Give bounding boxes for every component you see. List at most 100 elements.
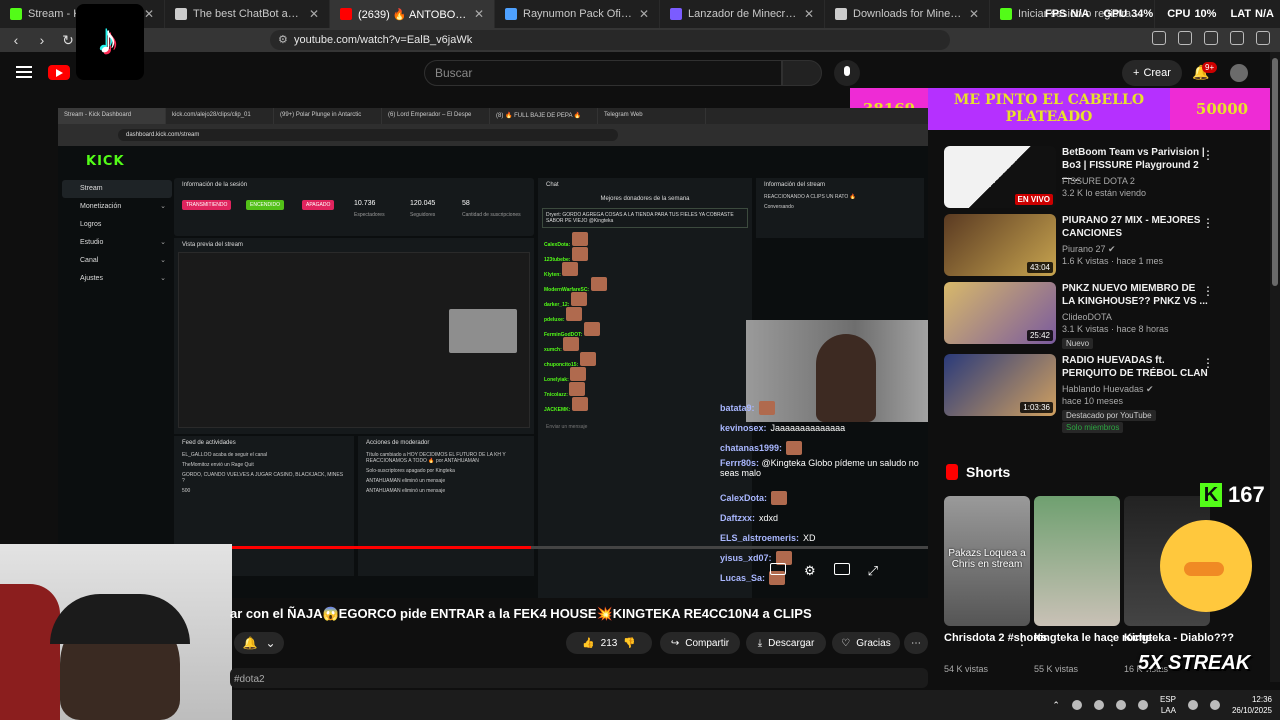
webcam-thumbnail	[449, 309, 517, 353]
video-thumbnail[interactable]: 1:03:36	[944, 354, 1056, 416]
kick-nav-item: Monetización ⌄	[80, 203, 166, 210]
close-tab-icon[interactable]: ✕	[144, 7, 154, 21]
subtitles-icon[interactable]	[770, 563, 786, 575]
globe-favicon-icon	[175, 8, 187, 20]
site-favicon-icon	[1000, 8, 1012, 20]
theater-mode-icon[interactable]	[833, 563, 850, 575]
windows-taskbar: ⌃ ESP LAA 12:36 26/10/2025	[232, 690, 1280, 720]
more-dots-icon: ⋯	[911, 637, 921, 649]
more-options-icon[interactable]: ⋮	[1202, 284, 1214, 298]
progress-fill	[232, 546, 532, 549]
forward-icon[interactable]: ›	[32, 32, 52, 48]
more-actions-button[interactable]: ⋯	[904, 632, 928, 654]
mic-tray-icon[interactable]	[1137, 700, 1148, 710]
page-scrollbar[interactable]	[1270, 52, 1280, 682]
browser-tab-chatbot[interactable]: The best ChatBot and Widgets for K✕	[165, 0, 330, 28]
browser-tab-raynumon[interactable]: Raynumon Pack Oficial 7.7.7✕	[495, 0, 660, 28]
screenshot-icon[interactable]	[1178, 31, 1192, 45]
video-thumbnail[interactable]: 25:42	[944, 282, 1056, 344]
live-badge: EN VIVO	[1014, 194, 1053, 205]
overlay-chat-line: chatanas1999:	[720, 438, 930, 458]
members-only-badge: Solo miembros	[1062, 422, 1124, 433]
like-dislike-button[interactable]: 👍 213 👎	[566, 632, 652, 654]
kick-k-icon: K	[1200, 483, 1222, 507]
back-icon[interactable]: ‹	[6, 32, 26, 48]
chat-line: Klyten:	[538, 260, 752, 278]
description-box[interactable]	[230, 668, 928, 688]
status-badge: TRANSMITIENDO	[182, 200, 232, 210]
sidebar-icon[interactable]	[1230, 31, 1244, 45]
share-icon: ↪	[670, 637, 680, 649]
microphone-icon[interactable]	[834, 60, 860, 86]
browser-tab-youtube-active[interactable]: (2639) 🔥 ANTOBOB quiere s✕	[330, 0, 495, 28]
wifi-icon[interactable]	[1187, 700, 1198, 710]
related-video-item[interactable]: EN VIVO BetBoom Team vs Parivision | Bo3…	[944, 146, 1234, 212]
shield-icon[interactable]	[1115, 700, 1126, 710]
notification-badge: 9+	[1202, 62, 1218, 73]
chat-line: FerminGodDOT:	[538, 320, 752, 338]
duration-badge: 25:42	[1026, 330, 1053, 341]
bell-icon: 🔔	[242, 636, 258, 650]
menu-icon[interactable]	[16, 66, 32, 78]
more-options-icon[interactable]: ⋮	[1202, 356, 1214, 370]
video-thumbnail[interactable]: 43:04	[944, 214, 1056, 276]
thumbs-up-icon[interactable]: 👍	[582, 638, 594, 649]
tray-chevron-icon[interactable]: ⌃	[1052, 700, 1060, 711]
related-video-item[interactable]: 43:04 PIURANO 27 MIX - MEJORES CANCIONES…	[944, 214, 1234, 280]
short-thumbnail[interactable]: Pakazs Loquea a Chris en stream	[944, 496, 1030, 626]
youtube-logo-icon[interactable]	[48, 65, 70, 80]
video-thumbnail[interactable]: EN VIVO	[944, 146, 1056, 208]
video-progress-bar[interactable]	[232, 546, 928, 549]
close-tab-icon[interactable]: ✕	[309, 7, 319, 21]
site-favicon-icon	[670, 8, 682, 20]
captured-tab: Telegram Web	[598, 108, 706, 124]
kick-nav-item: Ajustes ⌄	[80, 275, 166, 282]
site-info-icon[interactable]: ⚙	[278, 33, 288, 46]
download-button[interactable]: ⤓ Descargar	[746, 632, 826, 654]
subscription-bell-button[interactable]: 🔔 ⌄	[234, 632, 284, 654]
gpu-stat: GPU 34%	[1103, 8, 1154, 20]
share-button[interactable]: ↪ Compartir	[660, 632, 740, 654]
kick-viewer-count: K 167	[1200, 482, 1265, 508]
more-options-icon[interactable]: ⋮	[1202, 216, 1214, 230]
more-options-icon[interactable]: ⋮	[1202, 148, 1214, 162]
extensions-icon[interactable]	[1152, 31, 1166, 45]
close-tab-icon[interactable]: ✕	[639, 7, 649, 21]
stream-chat-overlay: batata9: kevinosex: Jaaaaaaaaaaaaaa chata…	[720, 398, 930, 588]
short-thumbnail[interactable]	[1034, 496, 1120, 626]
search-button[interactable]	[782, 60, 822, 86]
thanks-button[interactable]: ♡ Gracias	[832, 632, 900, 654]
fullscreen-icon[interactable]: ⤢	[868, 563, 878, 579]
search-input[interactable]: Buscar	[424, 60, 782, 86]
lat-stat: LAT N/A	[1230, 8, 1274, 20]
volume-icon[interactable]	[1209, 700, 1220, 710]
related-video-item[interactable]: 1:03:36 RADIO HUEVADAS ft. PERIQUITO DE …	[944, 354, 1234, 433]
thumbs-down-icon[interactable]: 👎	[623, 638, 635, 649]
clock[interactable]: 12:36 26/10/2025	[1232, 694, 1272, 716]
video-hashtag[interactable]: #dota2	[234, 674, 265, 685]
address-bar[interactable]: ⚙ youtube.com/watch?v=EalB_v6jaWk	[270, 30, 950, 50]
heart-dollar-icon: ♡	[841, 637, 851, 649]
related-video-item[interactable]: 25:42 PNKZ NUEVO MIEMBRO DE LA KINGHOUSE…	[944, 282, 1234, 349]
media-icon[interactable]	[1204, 31, 1218, 45]
settings-gear-icon[interactable]: ⚙	[804, 563, 816, 579]
account-avatar[interactable]	[1230, 64, 1248, 82]
language-indicator[interactable]: ESP LAA	[1160, 694, 1176, 716]
create-button[interactable]: + Crear	[1122, 60, 1182, 86]
more-options-icon[interactable]: ⋮	[1016, 634, 1028, 648]
scroll-thumb[interactable]	[1272, 58, 1278, 286]
network-icon[interactable]	[1093, 700, 1104, 710]
reload-icon[interactable]: ↻	[58, 32, 78, 49]
captured-tab: (99+) Polar Plunge in Antarctic	[274, 108, 382, 124]
kick-sidebar-nav: Stream Monetización ⌄ Logros Estudio ⌄ Can…	[62, 180, 172, 288]
more-options-icon[interactable]: ⋮	[1106, 634, 1118, 648]
stream-preview-panel: Vista previa del stream	[174, 238, 534, 434]
browser-tab-sklauncher[interactable]: Lanzador de Minecraft | SKlauncher✕	[660, 0, 825, 28]
close-tab-icon[interactable]: ✕	[804, 7, 814, 21]
close-tab-icon[interactable]: ✕	[969, 7, 979, 21]
settings-icon[interactable]	[1256, 31, 1270, 45]
cloud-icon[interactable]	[1071, 700, 1082, 710]
close-tab-icon[interactable]: ✕	[474, 7, 484, 21]
status-badge: APAGADO	[302, 200, 335, 210]
browser-tab-forge[interactable]: Downloads for Minecraft Forge for M✕	[825, 0, 990, 28]
